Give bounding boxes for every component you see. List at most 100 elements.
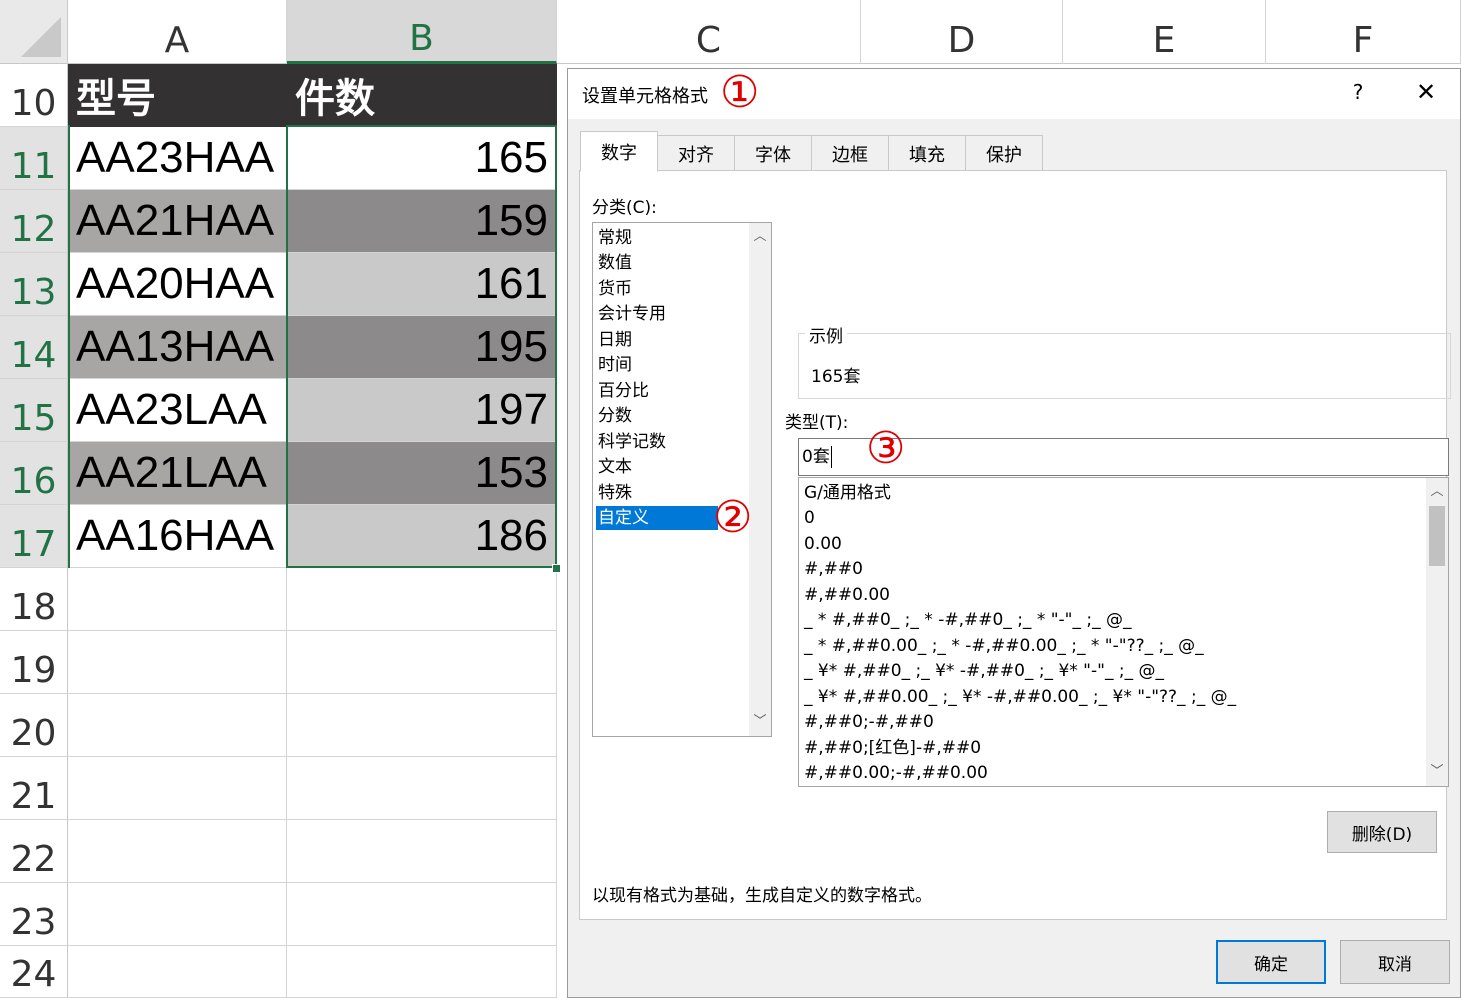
tab-font[interactable]: 字体 <box>735 135 812 171</box>
tab-alignment[interactable]: 对齐 <box>658 135 735 171</box>
scroll-up-icon[interactable]: ︿ <box>1426 482 1448 502</box>
select-all-corner[interactable] <box>0 0 68 64</box>
empty-cell[interactable] <box>287 694 557 757</box>
format-code-item[interactable]: _ ¥* #,##0_ ;_ ¥* -#,##0_ ;_ ¥* "-"_ ;_ … <box>804 659 1164 684</box>
empty-cell[interactable] <box>287 568 557 631</box>
row-header-21[interactable]: 21 <box>0 757 68 820</box>
row-header-18[interactable]: 18 <box>0 568 68 631</box>
empty-cell[interactable] <box>287 946 557 998</box>
category-item[interactable]: 特殊 <box>596 481 718 505</box>
empty-cell[interactable] <box>68 883 287 946</box>
cell-model[interactable]: AA23HAA <box>68 127 287 190</box>
row-header-17[interactable]: 17 <box>0 505 68 568</box>
row-header-19[interactable]: 19 <box>0 631 68 694</box>
empty-cell[interactable] <box>287 883 557 946</box>
scroll-down-icon[interactable]: ﹀ <box>1426 762 1448 782</box>
cell-quantity[interactable]: 159 <box>287 190 557 253</box>
format-code-item[interactable]: #,##0;[红色]-#,##0 <box>804 736 981 761</box>
row-header-11[interactable]: 11 <box>0 127 68 190</box>
category-scrollbar[interactable]: ︿ ﹀ <box>749 223 771 736</box>
row-header-12[interactable]: 12 <box>0 190 68 253</box>
empty-cell[interactable] <box>68 694 287 757</box>
tab-border[interactable]: 边框 <box>812 135 889 171</box>
category-listbox[interactable]: 常规 数值 货币 会计专用 日期 时间 百分比 分数 科学记数 文本 特殊 自定… <box>592 222 772 737</box>
cell-model[interactable]: AA21LAA <box>68 442 287 505</box>
ok-button[interactable]: 确定 <box>1216 940 1326 984</box>
format-code-item[interactable]: #,##0;-#,##0 <box>804 710 934 735</box>
empty-cell[interactable] <box>287 631 557 694</box>
column-header-c[interactable]: C <box>557 0 861 64</box>
cell-quantity[interactable]: 195 <box>287 316 557 379</box>
empty-cell[interactable] <box>287 757 557 820</box>
category-item[interactable]: 科学记数 <box>596 430 718 454</box>
cancel-button[interactable]: 取消 <box>1340 940 1450 984</box>
cell-quantity[interactable]: 161 <box>287 253 557 316</box>
row-header-13[interactable]: 13 <box>0 253 68 316</box>
row-header-20[interactable]: 20 <box>0 694 68 757</box>
format-code-item[interactable]: 0 <box>804 506 815 531</box>
tab-protection[interactable]: 保护 <box>966 135 1043 171</box>
dialog-titlebar[interactable]: 设置单元格格式 ① ? ✕ <box>568 69 1460 119</box>
column-a-border-line <box>68 125 70 568</box>
row-header-15[interactable]: 15 <box>0 379 68 442</box>
category-item[interactable]: 时间 <box>596 353 718 377</box>
empty-cell[interactable] <box>68 946 287 998</box>
scroll-thumb[interactable] <box>1429 506 1445 566</box>
category-item[interactable]: 数值 <box>596 251 718 275</box>
format-code-scrollbar[interactable]: ︿ ﹀ <box>1426 478 1448 786</box>
format-code-listbox[interactable]: G/通用格式 0 0.00 #,##0 #,##0.00 _ * #,##0_ … <box>798 477 1449 787</box>
category-item[interactable]: 会计专用 <box>596 302 718 326</box>
format-code-item[interactable]: _ * #,##0_ ;_ * -#,##0_ ;_ * "-"_ ;_ @_ <box>804 608 1132 633</box>
cell-quantity[interactable]: 186 <box>287 505 557 568</box>
empty-cell[interactable] <box>68 820 287 883</box>
tab-fill[interactable]: 填充 <box>889 135 966 171</box>
category-item[interactable]: 日期 <box>596 328 718 352</box>
close-button[interactable]: ✕ <box>1408 78 1444 110</box>
scroll-down-icon[interactable]: ﹀ <box>749 712 771 732</box>
column-header-f[interactable]: F <box>1266 0 1461 64</box>
fill-handle[interactable] <box>552 564 561 573</box>
row-header-10[interactable]: 10 <box>0 64 68 127</box>
format-code-item[interactable]: G/通用格式 <box>804 481 891 506</box>
cell-model[interactable]: AA20HAA <box>68 253 287 316</box>
tab-number[interactable]: 数字 <box>580 131 658 172</box>
category-item-custom[interactable]: 自定义 <box>596 506 718 530</box>
help-button[interactable]: ? <box>1343 80 1373 108</box>
cell-model[interactable]: AA13HAA <box>68 316 287 379</box>
format-code-item[interactable]: #,##0.00 <box>804 583 890 608</box>
header-cell-model[interactable]: 型号 <box>68 64 287 127</box>
cell-model[interactable]: AA16HAA <box>68 505 287 568</box>
empty-cell[interactable] <box>68 631 287 694</box>
empty-cell[interactable] <box>287 820 557 883</box>
scroll-up-icon[interactable]: ︿ <box>749 227 771 247</box>
column-header-b[interactable]: B <box>287 0 557 64</box>
cell-model[interactable]: AA23LAA <box>68 379 287 442</box>
row-header-22[interactable]: 22 <box>0 820 68 883</box>
column-header-a[interactable]: A <box>68 0 287 64</box>
cell-quantity[interactable]: 197 <box>287 379 557 442</box>
cell-model[interactable]: AA21HAA <box>68 190 287 253</box>
category-item[interactable]: 文本 <box>596 455 718 479</box>
column-header-d[interactable]: D <box>861 0 1063 64</box>
category-item[interactable]: 百分比 <box>596 379 718 403</box>
category-item[interactable]: 常规 <box>596 226 718 250</box>
delete-button[interactable]: 删除(D) <box>1327 811 1437 853</box>
format-description: 以现有格式为基础，生成自定义的数字格式。 <box>592 886 932 906</box>
format-code-item[interactable]: #,##0.00;-#,##0.00 <box>804 761 988 786</box>
empty-cell[interactable] <box>68 757 287 820</box>
cell-quantity[interactable]: 153 <box>287 442 557 505</box>
cell-quantity[interactable]: 165 <box>287 127 557 190</box>
format-code-item[interactable]: 0.00 <box>804 532 842 557</box>
row-header-24[interactable]: 24 <box>0 946 68 998</box>
format-code-item[interactable]: _ ¥* #,##0.00_ ;_ ¥* -#,##0.00_ ;_ ¥* "-… <box>804 685 1236 710</box>
row-header-16[interactable]: 16 <box>0 442 68 505</box>
column-header-e[interactable]: E <box>1063 0 1266 64</box>
category-item[interactable]: 货币 <box>596 277 718 301</box>
format-code-item[interactable]: _ * #,##0.00_ ;_ * -#,##0.00_ ;_ * "-"??… <box>804 634 1204 659</box>
header-cell-quantity[interactable]: 件数 <box>287 64 557 127</box>
empty-cell[interactable] <box>68 568 287 631</box>
format-code-item[interactable]: #,##0 <box>804 557 863 582</box>
row-header-14[interactable]: 14 <box>0 316 68 379</box>
category-item[interactable]: 分数 <box>596 404 718 428</box>
row-header-23[interactable]: 23 <box>0 883 68 946</box>
